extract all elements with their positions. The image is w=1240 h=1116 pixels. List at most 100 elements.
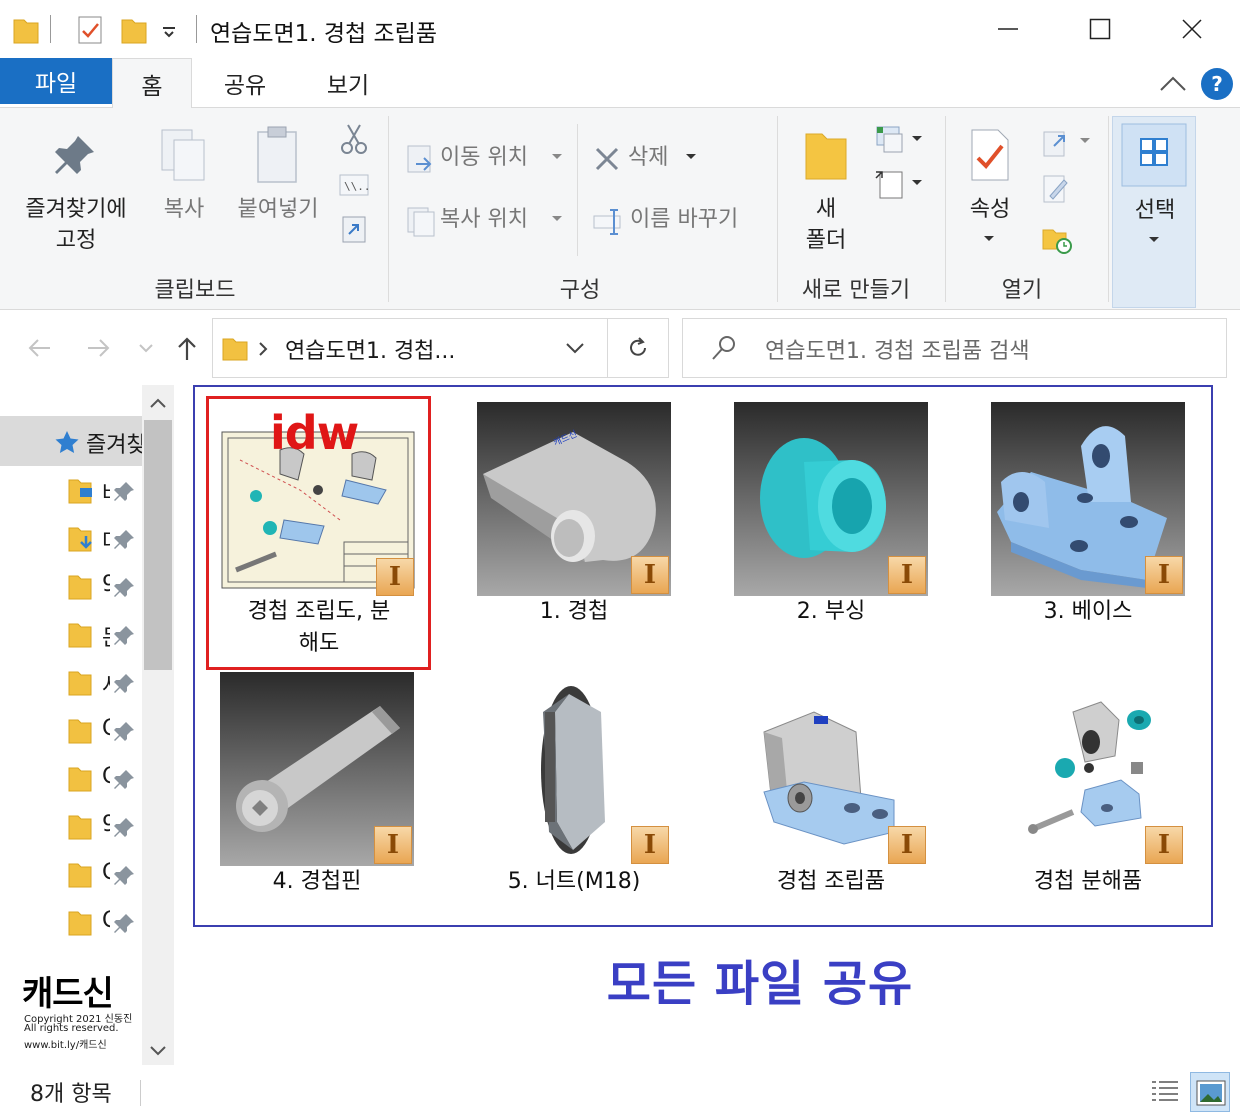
file-item-hinge[interactable]: 캐드신 I 1. 경첩 [477, 402, 671, 632]
scroll-down-icon[interactable] [148, 1044, 168, 1058]
file-item-base[interactable]: I 3. 베이스 [991, 402, 1185, 632]
address-history-chevron-icon[interactable] [565, 341, 585, 355]
pin-to-quick-access-button[interactable]: 즐겨찾기에 고정 [10, 116, 142, 266]
pin-icon[interactable] [114, 528, 136, 550]
download-folder-icon [68, 527, 92, 552]
edit-icon[interactable] [1040, 172, 1072, 206]
properties-button[interactable]: 속성 [954, 116, 1026, 256]
folder-icon[interactable] [12, 14, 40, 46]
nav-item-label: 다운로드 [102, 524, 110, 556]
pin-icon[interactable] [114, 720, 136, 742]
history-icon[interactable] [1040, 222, 1074, 256]
refresh-button[interactable] [607, 318, 669, 378]
breadcrumb-path[interactable]: 연습도면1. 경첩... [285, 333, 455, 365]
file-label: 경첩 조립품 [776, 869, 886, 894]
large-icons-view-button[interactable] [1190, 1072, 1230, 1112]
new-folder-label-line2: 폴더 [805, 228, 847, 253]
pin-icon[interactable] [114, 864, 136, 886]
file-item-nut[interactable]: I 5. 너트(M18) [477, 672, 671, 902]
paste-label: 붙여넣기 [237, 197, 319, 222]
tab-home[interactable]: 홈 [112, 58, 192, 109]
nav-item[interactable]: C [66, 860, 142, 890]
file-item-hinge-assembly[interactable]: I 경첩 조립품 [734, 672, 928, 902]
file-item-hinge-exploded[interactable]: I 경첩 분해품 [991, 672, 1185, 902]
inventor-badge-icon: I [1145, 826, 1183, 864]
copy-button[interactable]: 복사 [150, 116, 218, 236]
copy-to-button[interactable]: 복사 위치 [402, 200, 570, 242]
nav-item-label: 9 [102, 572, 110, 597]
details-view-icon[interactable] [1150, 1078, 1180, 1106]
nav-item[interactable]: 다운로드 [66, 524, 142, 556]
breadcrumb-chevron-icon[interactable] [257, 341, 269, 357]
maximize-button[interactable] [1054, 0, 1146, 58]
new-folder-icon[interactable] [120, 14, 148, 46]
recent-locations-chevron-icon[interactable] [138, 342, 154, 354]
rename-button[interactable]: 이름 바꾸기 [590, 200, 766, 242]
folder-icon [68, 863, 92, 888]
new-folder-button[interactable]: 새 폴더 [786, 116, 866, 266]
nav-item-label: 문서 [102, 620, 110, 652]
nav-item[interactable]: C [66, 716, 142, 746]
pin-icon[interactable] [114, 816, 136, 838]
forward-arrow-icon[interactable] [84, 336, 112, 360]
file-item-assembly-drawing[interactable]: idw I 경첩 조립도, 분 해도 [212, 400, 426, 662]
pin-icon[interactable] [114, 672, 136, 694]
back-arrow-icon[interactable] [26, 336, 54, 360]
nav-item[interactable]: C [66, 764, 142, 794]
new-item-button[interactable] [872, 124, 924, 158]
pin-icon[interactable] [114, 624, 136, 646]
tab-view[interactable]: 보기 [300, 58, 396, 108]
close-icon [1182, 19, 1202, 39]
paste-button[interactable]: 붙여넣기 [226, 116, 330, 236]
nav-favorites-row[interactable]: 즐겨찾기 [0, 416, 142, 466]
copy-path-icon[interactable]: \\... [338, 172, 370, 198]
properties-icon [971, 129, 1009, 181]
search-box[interactable]: 연습도면1. 경첩 조립품 검색 [682, 318, 1227, 378]
select-label: 선택 [1134, 198, 1176, 223]
folder-icon [222, 338, 248, 361]
paste-shortcut-icon[interactable] [340, 212, 368, 244]
tab-file[interactable]: 파일 [0, 58, 112, 104]
new-folder-large-icon [805, 133, 847, 180]
nav-item-label: C [102, 764, 110, 789]
pin-icon[interactable] [114, 768, 136, 790]
pin-icon[interactable] [114, 912, 136, 934]
file-item-bushing[interactable]: I 2. 부싱 [734, 402, 928, 632]
nav-item[interactable]: 사진 [66, 668, 142, 699]
pin-icon [55, 136, 94, 174]
nav-item[interactable]: 바탕 화면 [66, 476, 142, 507]
nav-item-label: C [102, 908, 110, 933]
move-to-button[interactable]: 이동 위치 [402, 138, 570, 180]
cut-icon[interactable] [338, 122, 370, 156]
nav-scroll-thumb[interactable] [144, 420, 172, 670]
collapse-ribbon-icon[interactable] [1158, 74, 1188, 94]
nav-item[interactable]: 9 [66, 572, 142, 602]
separator [196, 15, 197, 43]
easy-access-button[interactable] [872, 166, 924, 202]
nav-item[interactable]: C [66, 908, 142, 938]
group-separator [777, 116, 778, 302]
open-button[interactable] [1038, 124, 1094, 164]
pin-icon[interactable] [114, 480, 136, 502]
idw-badge: idw [270, 406, 359, 460]
select-button[interactable]: 선택 [1112, 116, 1196, 308]
clipboard-group-label: 클립보드 [154, 278, 236, 303]
properties-check-icon[interactable] [76, 14, 104, 46]
delete-button[interactable]: 삭제 [590, 138, 702, 180]
nav-item[interactable]: 문서 [66, 620, 142, 652]
desktop-folder-icon [68, 479, 92, 504]
close-button[interactable] [1146, 0, 1238, 58]
up-arrow-icon[interactable] [176, 336, 198, 362]
scroll-up-icon[interactable] [148, 396, 168, 410]
help-button[interactable]: ? [1201, 68, 1233, 100]
group-separator [577, 124, 578, 256]
quick-access-dropdown-icon[interactable] [160, 24, 178, 38]
file-item-hinge-pin[interactable]: I 4. 경첩핀 [220, 672, 414, 902]
pin-icon[interactable] [114, 576, 136, 598]
folder-icon [68, 911, 92, 936]
tab-share[interactable]: 공유 [200, 58, 290, 108]
search-placeholder[interactable]: 연습도면1. 경첩 조립품 검색 [765, 333, 1030, 365]
address-bar[interactable]: 연습도면1. 경첩... [212, 318, 608, 378]
minimize-button[interactable] [962, 0, 1054, 58]
nav-item[interactable]: 9 [66, 812, 142, 842]
